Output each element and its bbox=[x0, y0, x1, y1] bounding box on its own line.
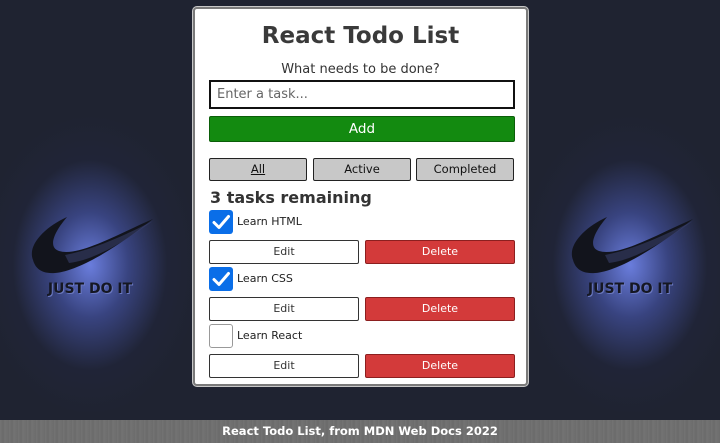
todo-item: Learn CSS Edit Delete bbox=[209, 267, 515, 325]
filter-active-button[interactable]: Active bbox=[313, 158, 411, 181]
logo-text: JUST DO IT bbox=[587, 281, 673, 297]
left-swoosh-logo: JUST DO IT bbox=[25, 205, 155, 315]
edit-button[interactable]: Edit bbox=[209, 354, 359, 378]
tasks-remaining-heading: 3 tasks remaining bbox=[210, 188, 372, 207]
todo-label: Learn CSS bbox=[237, 272, 293, 285]
todo-item: Learn React Edit Delete bbox=[209, 324, 515, 382]
delete-button[interactable]: Delete bbox=[365, 297, 515, 321]
todo-label: Learn HTML bbox=[237, 215, 302, 228]
edit-button[interactable]: Edit bbox=[209, 240, 359, 264]
logo-text: JUST DO IT bbox=[47, 281, 133, 297]
footer-credit: React Todo List, from MDN Web Docs 2022 bbox=[0, 420, 720, 443]
delete-button[interactable]: Delete bbox=[365, 354, 515, 378]
todo-checkbox[interactable] bbox=[209, 210, 233, 234]
right-swoosh-logo: JUST DO IT bbox=[565, 205, 695, 315]
todo-app-card: React Todo List What needs to be done? A… bbox=[193, 7, 528, 386]
filter-all-button[interactable]: All bbox=[209, 158, 307, 181]
app-title: React Todo List bbox=[261, 23, 460, 49]
new-todo-label: What needs to be done? bbox=[281, 62, 440, 77]
todo-label: Learn React bbox=[237, 329, 303, 342]
edit-button[interactable]: Edit bbox=[209, 297, 359, 321]
todo-checkbox[interactable] bbox=[209, 267, 233, 291]
add-button[interactable]: Add bbox=[209, 116, 515, 142]
swoosh-icon bbox=[31, 217, 154, 274]
checkmark-icon bbox=[212, 215, 230, 229]
checkmark-icon bbox=[212, 272, 230, 286]
delete-button[interactable]: Delete bbox=[365, 240, 515, 264]
todo-checkbox[interactable] bbox=[209, 324, 233, 348]
filter-completed-button[interactable]: Completed bbox=[416, 158, 514, 181]
todo-item: Learn HTML Edit Delete bbox=[209, 210, 515, 268]
swoosh-icon bbox=[571, 217, 693, 274]
new-todo-input[interactable] bbox=[209, 80, 515, 109]
